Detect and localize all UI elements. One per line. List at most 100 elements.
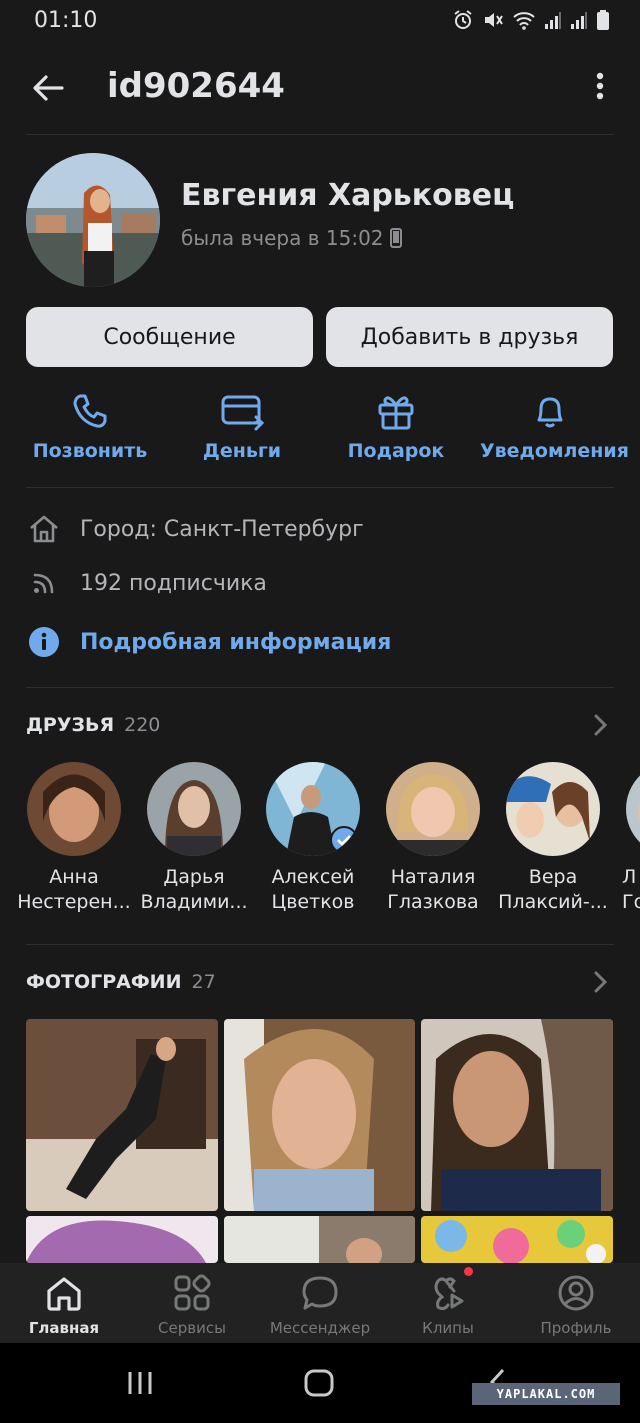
friend-item[interactable]: Наталия Глазкова xyxy=(373,762,493,915)
notifications-label: Уведомления xyxy=(480,440,629,462)
tab-label: Главная xyxy=(28,1319,100,1337)
bell-icon xyxy=(537,397,563,428)
gift-label: Подарок xyxy=(347,440,445,462)
friend-name-last: Плаксий-... xyxy=(498,891,608,913)
friend-avatar xyxy=(147,762,241,856)
photo-thumbnail[interactable] xyxy=(421,1216,613,1263)
friend-name-last: Владими... xyxy=(140,891,248,913)
signal-icon xyxy=(571,12,587,29)
divider xyxy=(26,944,614,945)
friend-name-first: Наталия xyxy=(390,866,476,888)
friend-name-last: Цветков xyxy=(271,891,355,913)
add-friend-button[interactable]: Добавить в друзья xyxy=(326,307,613,367)
mute-icon xyxy=(485,13,503,27)
followers-text: 192 подписчика xyxy=(80,570,267,596)
divider xyxy=(26,134,614,135)
call-label: Позвонить xyxy=(32,440,148,462)
city-row: Город: Санкт-Петербург xyxy=(26,511,364,547)
photo-thumbnail[interactable] xyxy=(26,1216,218,1263)
tab-label: Сервисы xyxy=(158,1319,226,1337)
gift-action[interactable]: Подарок xyxy=(326,388,466,468)
gift-icon xyxy=(378,396,414,430)
friend-item[interactable]: Л Го xyxy=(612,762,640,915)
friends-title: ДРУЗЬЯ xyxy=(26,714,115,736)
tab-messenger[interactable]: Мессенджер xyxy=(256,1263,384,1343)
photo-thumbnail[interactable] xyxy=(421,1019,613,1211)
friend-name-last: Нестерен... xyxy=(17,891,131,913)
friend-name-first: Дарья xyxy=(163,866,225,888)
friend-item[interactable]: Дарья Владими... xyxy=(134,762,254,915)
mobile-phone-icon xyxy=(389,228,402,248)
status-bar: 01:10 xyxy=(0,0,640,44)
call-action[interactable]: Позвонить xyxy=(20,388,160,468)
photos-count: 27 xyxy=(191,971,216,993)
tab-profile[interactable]: Профиль xyxy=(512,1263,640,1343)
notifications-action[interactable]: Уведомления xyxy=(480,388,629,468)
alarm-icon xyxy=(454,10,472,29)
money-action[interactable]: Деньги xyxy=(172,388,312,468)
page-title: id902644 xyxy=(107,66,285,106)
status-icons xyxy=(452,9,610,31)
city-text: Город: Санкт-Петербург xyxy=(80,516,364,542)
friend-item[interactable]: Алексей Цветков xyxy=(253,762,373,915)
home-button-icon[interactable] xyxy=(303,1368,335,1398)
verified-icon xyxy=(330,826,358,854)
photo-thumbnail[interactable] xyxy=(26,1019,218,1211)
more-vertical-icon[interactable] xyxy=(586,70,614,106)
battery-icon xyxy=(597,10,609,30)
photo-thumbnail[interactable] xyxy=(224,1216,415,1263)
friend-avatar xyxy=(386,762,480,856)
profile-name: Евгения Харьковец xyxy=(181,178,515,213)
friends-header[interactable]: ДРУЗЬЯ 220 xyxy=(26,714,160,736)
home-icon xyxy=(30,515,58,543)
friend-name-first: Алексей xyxy=(271,866,355,888)
recent-apps-icon[interactable] xyxy=(126,1369,154,1397)
friend-item[interactable]: Вера Плаксий-... xyxy=(493,762,613,915)
followers-row[interactable]: 192 подписчика xyxy=(26,565,267,601)
friend-name-first: Анна xyxy=(49,866,99,888)
chevron-right-icon[interactable] xyxy=(590,969,610,995)
top-app-bar: id902644 xyxy=(0,44,640,134)
friend-avatar xyxy=(506,762,600,856)
info-icon xyxy=(29,627,59,657)
avatar[interactable] xyxy=(26,153,160,287)
profile-icon xyxy=(558,1275,594,1311)
tab-label: Профиль xyxy=(540,1319,612,1337)
friend-item[interactable]: Анна Нестерен... xyxy=(14,762,134,915)
wifi-icon xyxy=(513,12,535,30)
tab-home[interactable]: Главная xyxy=(0,1263,128,1343)
friends-count: 220 xyxy=(124,714,161,736)
money-label: Деньги xyxy=(202,440,282,462)
last-seen-status: была вчера в 15:02 xyxy=(181,226,402,250)
home-icon xyxy=(47,1277,81,1311)
messenger-icon xyxy=(302,1276,338,1310)
divider xyxy=(26,487,614,488)
chevron-right-icon[interactable] xyxy=(590,712,610,738)
signal-icon xyxy=(545,12,561,29)
watermark: YAPLAKAL.COM xyxy=(472,1383,620,1405)
friend-name-last: Глазкова xyxy=(387,891,479,913)
tab-services[interactable]: Сервисы xyxy=(128,1263,256,1343)
friend-avatar xyxy=(626,762,640,856)
services-icon xyxy=(174,1274,211,1311)
phone-icon xyxy=(73,394,107,428)
tab-label: Клипы xyxy=(422,1319,474,1337)
photos-title: ФОТОГРАФИИ xyxy=(26,971,182,993)
details-link[interactable]: Подробная информация xyxy=(26,624,391,660)
photos-header[interactable]: ФОТОГРАФИИ 27 xyxy=(26,971,216,993)
friend-name-first: Л xyxy=(622,866,637,888)
tab-label: Мессенджер xyxy=(269,1319,371,1337)
friend-avatar xyxy=(27,762,121,856)
friend-avatar xyxy=(266,762,360,856)
details-link-text: Подробная информация xyxy=(80,629,392,655)
divider xyxy=(26,687,614,688)
clips-icon xyxy=(434,1277,464,1311)
friend-name-last: Го xyxy=(622,891,640,913)
message-button[interactable]: Сообщение xyxy=(26,307,313,367)
status-time: 01:10 xyxy=(34,8,98,33)
tab-clips[interactable]: Клипы xyxy=(384,1263,512,1343)
notification-dot xyxy=(464,1267,473,1276)
bottom-tab-bar: Главная Сервисы Мессенджер Клипы Профиль xyxy=(0,1263,640,1343)
back-arrow-icon[interactable] xyxy=(28,68,68,108)
photo-thumbnail[interactable] xyxy=(224,1019,415,1211)
